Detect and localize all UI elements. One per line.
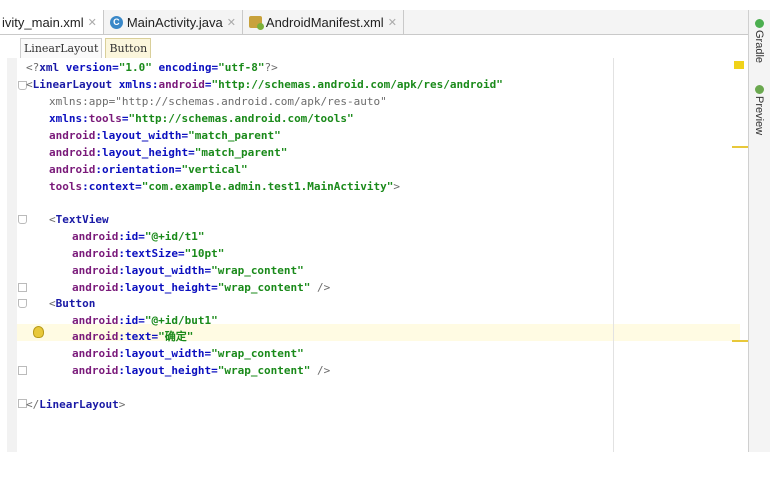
code-line: android:layout_width="wrap_content"	[72, 347, 304, 360]
tab-mainactivity-java[interactable]: C MainActivity.java ✕	[104, 10, 243, 34]
code-line: <LinearLayout xmlns:android="http://sche…	[26, 78, 503, 91]
code-line: tools:context="com.example.admin.test1.M…	[49, 180, 401, 193]
breadcrumb-button[interactable]: Button	[105, 38, 152, 59]
fold-icon[interactable]	[18, 283, 27, 292]
preview-icon	[755, 85, 764, 94]
code-line: <Button	[49, 297, 96, 310]
lightbulb-icon[interactable]	[33, 326, 44, 338]
right-tool-strip: Gradle Preview	[748, 10, 770, 452]
editor-tab-bar: ivity_main.xml ✕ C MainActivity.java ✕ A…	[0, 10, 750, 35]
class-c-icon: C	[109, 15, 123, 29]
preview-panel-button[interactable]: Preview	[753, 96, 765, 135]
code-line: android:id="@+id/t1"	[72, 230, 205, 243]
code-line: android:layout_width="match_parent"	[49, 129, 281, 142]
tab-androidmanifest-xml[interactable]: AndroidManifest.xml ✕	[243, 10, 404, 34]
code-line: xmlns:app="http://schemas.android.com/ap…	[49, 95, 387, 108]
code-line: android:orientation="vertical"	[49, 163, 248, 176]
error-stripe-mark[interactable]	[732, 146, 748, 148]
code-line: <?xml version="1.0" encoding="utf-8"?>	[26, 61, 278, 74]
code-line: xmlns:tools="http://schemas.android.com/…	[49, 112, 354, 125]
right-margin-guide	[613, 58, 614, 452]
code-line: android:id="@+id/but1"	[72, 314, 218, 327]
tab-label: ivity_main.xml	[2, 14, 84, 30]
code-line: android:layout_width="wrap_content"	[72, 264, 304, 277]
warning-marker[interactable]	[734, 61, 744, 69]
breadcrumb-linearlayout[interactable]: LinearLayout	[20, 38, 103, 59]
fold-icon[interactable]	[18, 366, 27, 375]
code-editor[interactable]: <?xml version="1.0" encoding="utf-8"?> <…	[7, 58, 740, 452]
code-line: android:layout_height="wrap_content" />	[72, 281, 331, 294]
close-icon[interactable]: ✕	[388, 16, 397, 29]
code-line: android:text="确定"	[72, 330, 194, 343]
code-line: android:layout_height="wrap_content" />	[72, 364, 331, 377]
tab-label: AndroidManifest.xml	[265, 14, 384, 30]
breadcrumb: LinearLayout Button	[20, 38, 152, 59]
code-line: </LinearLayout>	[26, 398, 126, 411]
code-line: android:textSize="10pt"	[72, 247, 225, 260]
gradle-panel-button[interactable]: Gradle	[753, 30, 765, 63]
close-icon[interactable]: ✕	[227, 16, 236, 29]
gradle-icon	[755, 19, 764, 28]
tab-activity-main-xml[interactable]: ivity_main.xml ✕	[0, 10, 104, 34]
code-line: android:layout_height="match_parent"	[49, 146, 288, 159]
editor-gutter	[7, 58, 17, 452]
manifest-icon	[248, 16, 264, 30]
error-stripe-mark[interactable]	[732, 340, 748, 342]
fold-icon[interactable]	[18, 215, 27, 224]
tab-label: MainActivity.java	[126, 14, 223, 30]
fold-icon[interactable]	[18, 299, 27, 308]
close-icon[interactable]: ✕	[88, 16, 97, 29]
code-line: <TextView	[49, 213, 109, 226]
